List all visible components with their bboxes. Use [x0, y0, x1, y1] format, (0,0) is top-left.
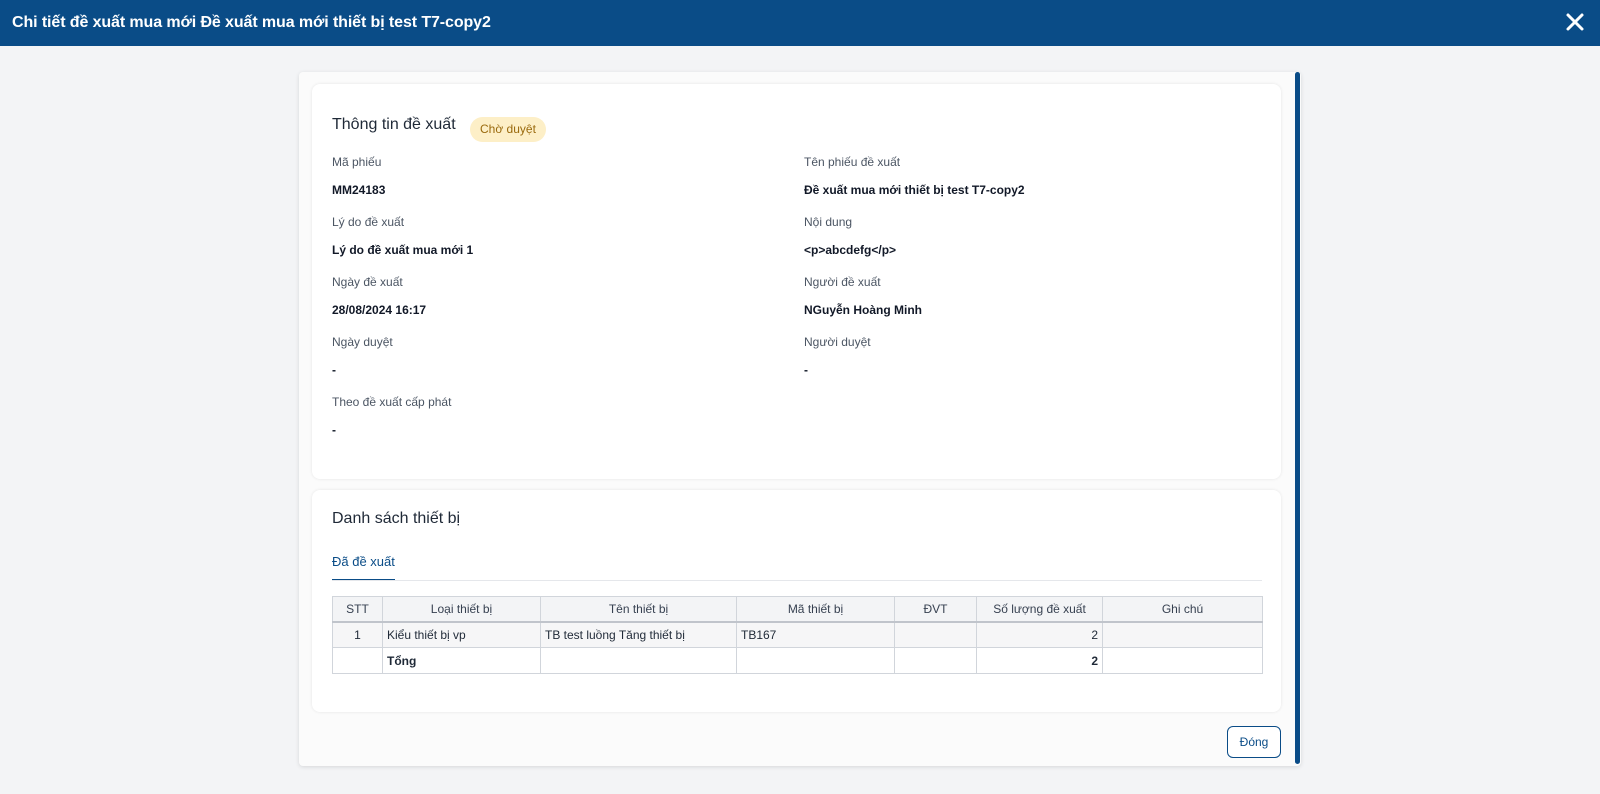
device-table: STT Loại thiết bị Tên thiết bị Mã thiết … — [332, 596, 1263, 674]
table-header-row: STT Loại thiết bị Tên thiết bị Mã thiết … — [332, 596, 1263, 623]
col-header-ten: Tên thiết bị — [540, 596, 737, 623]
cell-ghi-chu — [1102, 621, 1263, 648]
scrollbar[interactable] — [1295, 72, 1300, 764]
nguoi-duyet-value: - — [804, 363, 808, 377]
ly-do-value: Lý do đề xuất mua mới 1 — [332, 243, 474, 257]
cell-ten: TB test luồng Tăng thiết bị — [540, 621, 737, 648]
ly-do-label: Lý do đề xuất — [332, 215, 405, 229]
col-header-ghi-chu: Ghi chú — [1102, 596, 1263, 623]
tab-divider — [332, 580, 1262, 581]
close-button[interactable]: Đóng — [1227, 726, 1281, 758]
theo-de-xuat-value: - — [332, 423, 336, 437]
cell-stt: 1 — [332, 621, 383, 648]
detail-modal: Thông tin đề xuất Chờ duyệt Mã phiếu MM2… — [299, 72, 1301, 766]
ngay-duyet-value: - — [332, 363, 336, 377]
modal-title: Chi tiết đề xuất mua mới Đề xuất mua mới… — [12, 14, 491, 31]
ngay-de-xuat-label: Ngày đề xuất — [332, 275, 403, 289]
theo-de-xuat-label: Theo đề xuất cấp phát — [332, 395, 452, 409]
col-header-dvt: ĐVT — [894, 596, 977, 623]
noi-dung-value: <p>abcdefg</p> — [804, 243, 897, 257]
proposal-info-card: Thông tin đề xuất Chờ duyệt Mã phiếu MM2… — [312, 84, 1281, 479]
total-row: Tổng 2 — [332, 647, 1263, 674]
device-list-card: Danh sách thiết bị Đã đề xuất STT Loại t… — [312, 490, 1281, 712]
table-row[interactable]: 1 Kiểu thiết bị vp TB test luồng Tăng th… — [332, 621, 1263, 648]
col-header-loai: Loại thiết bị — [382, 596, 541, 623]
total-cell-empty — [736, 647, 895, 674]
tab-proposed[interactable]: Đã đề xuất — [332, 554, 395, 581]
ten-phieu-label: Tên phiếu đề xuất — [804, 155, 901, 169]
modal-header: Chi tiết đề xuất mua mới Đề xuất mua mới… — [0, 0, 1600, 46]
total-cell-empty — [540, 647, 737, 674]
total-cell-empty — [332, 647, 383, 674]
total-so-luong: 2 — [976, 647, 1103, 674]
cell-dvt — [894, 621, 977, 648]
col-header-stt: STT — [332, 596, 383, 623]
status-badge: Chờ duyệt — [470, 117, 546, 142]
ten-phieu-value: Đề xuất mua mới thiết bị test T7-copy2 — [804, 183, 1025, 197]
cell-ma: TB167 — [736, 621, 895, 648]
noi-dung-label: Nội dung — [804, 215, 853, 229]
cell-so-luong: 2 — [976, 621, 1103, 648]
total-cell-empty — [894, 647, 977, 674]
nguoi-de-xuat-value: NGuyễn Hoàng Minh — [804, 303, 922, 317]
col-header-so-luong: Số lượng đề xuất — [976, 596, 1103, 623]
ngay-duyet-label: Ngày duyệt — [332, 335, 393, 349]
total-label: Tổng — [382, 647, 541, 674]
ma-phieu-label: Mã phiếu — [332, 155, 382, 169]
device-section-title: Danh sách thiết bị — [332, 510, 461, 527]
ngay-de-xuat-value: 28/08/2024 16:17 — [332, 303, 427, 317]
nguoi-duyet-label: Người duyệt — [804, 335, 871, 349]
close-icon[interactable] — [1562, 9, 1588, 35]
info-section-title: Thông tin đề xuất — [332, 116, 456, 133]
ma-phieu-value: MM24183 — [332, 183, 386, 197]
nguoi-de-xuat-label: Người đề xuất — [804, 275, 881, 289]
total-cell-empty — [1102, 647, 1263, 674]
cell-loai: Kiểu thiết bị vp — [382, 621, 541, 648]
col-header-ma: Mã thiết bị — [736, 596, 895, 623]
